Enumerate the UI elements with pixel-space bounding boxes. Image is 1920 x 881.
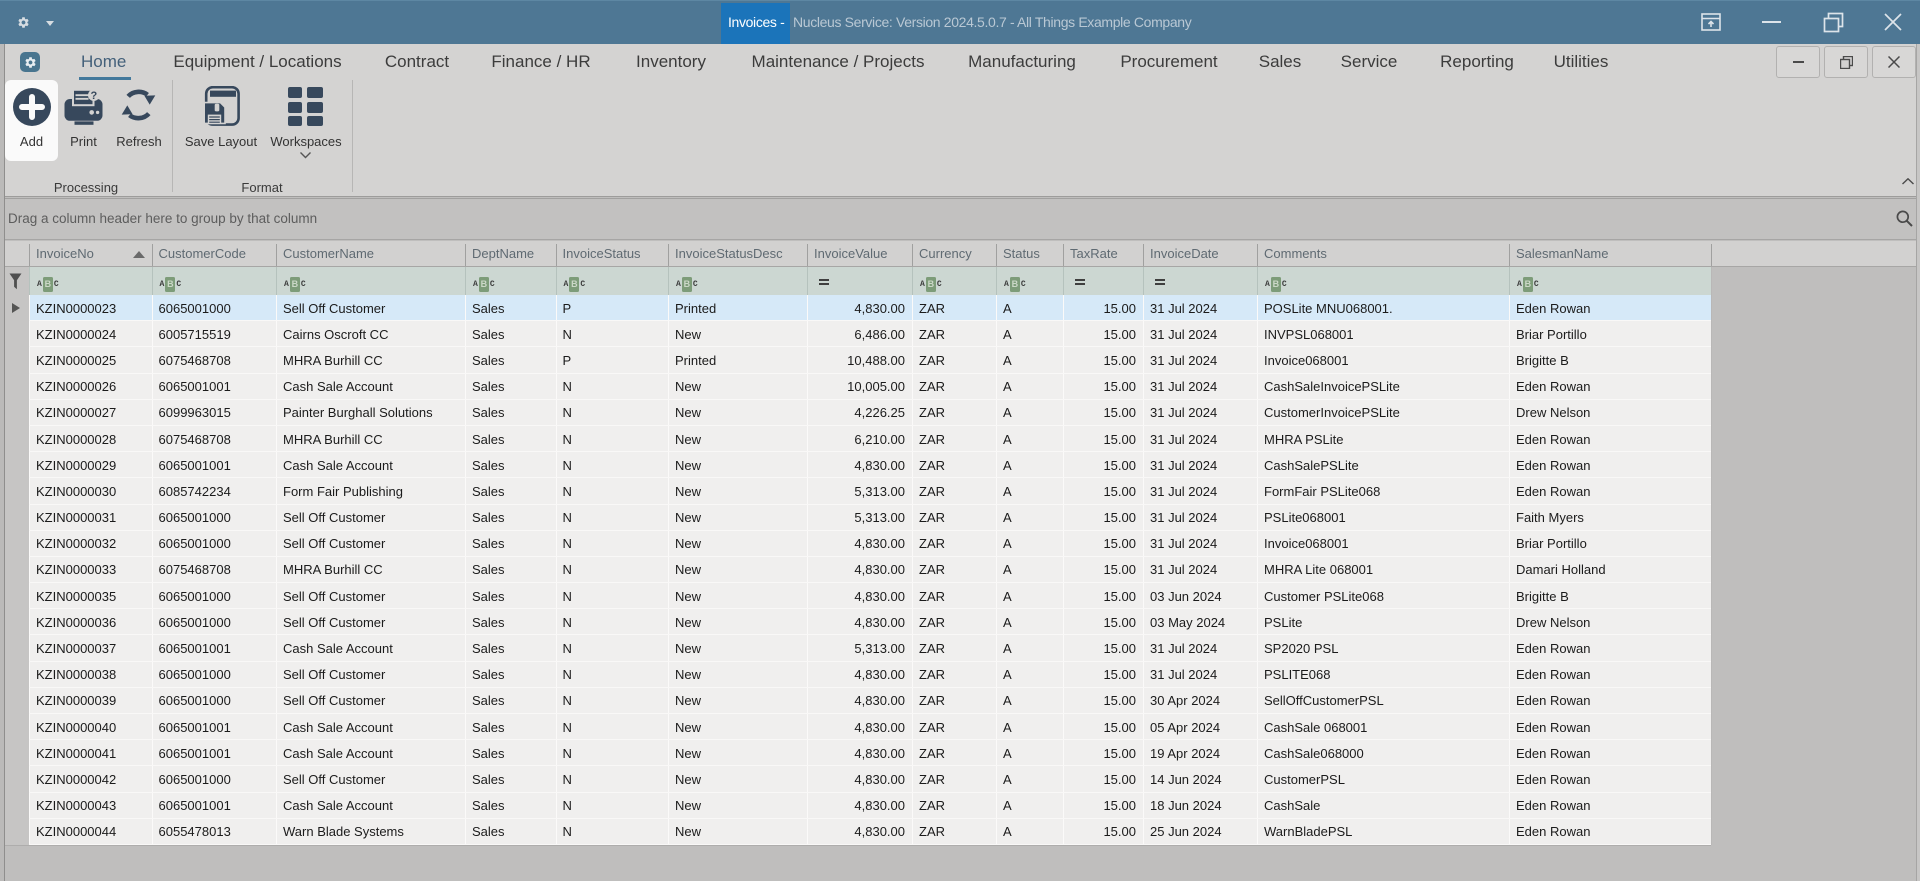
svg-text:?: ?: [91, 90, 98, 102]
